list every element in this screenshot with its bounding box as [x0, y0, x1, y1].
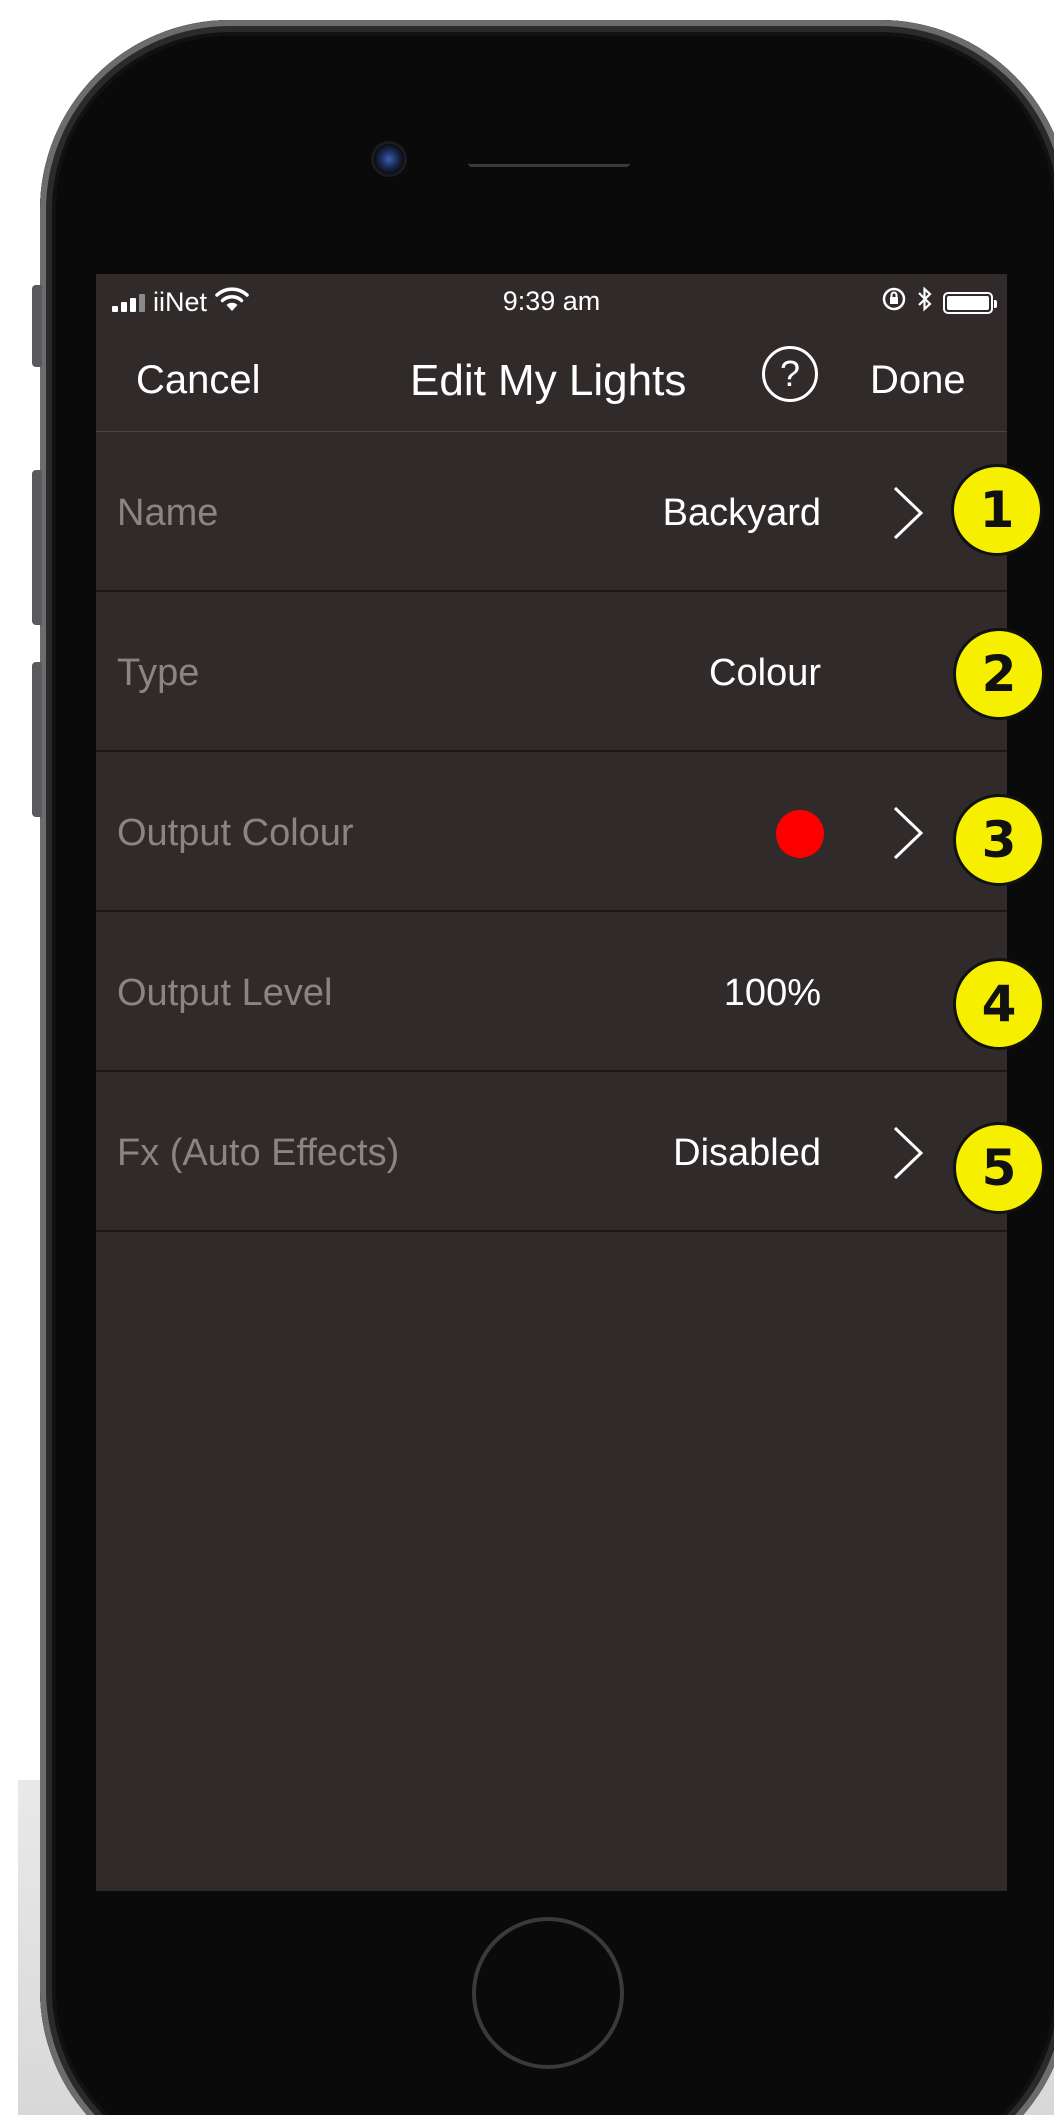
colour-swatch — [776, 810, 824, 858]
callout-badge-2: 2 — [953, 628, 1045, 720]
home-button[interactable] — [472, 1917, 624, 2069]
row-name[interactable]: Name Backyard — [96, 432, 1007, 592]
callout-badge-1: 1 — [951, 464, 1043, 556]
row-value: Colour — [709, 652, 821, 694]
done-button[interactable]: Done — [870, 358, 966, 403]
row-type: Type Colour — [96, 592, 1007, 752]
battery-icon — [943, 291, 997, 314]
page-title: Edit My Lights — [410, 356, 687, 405]
row-value: Disabled — [673, 1132, 821, 1174]
app-screen: iiNet 9:39 am Cancel Edit My Lights ? Do… — [96, 274, 1007, 1891]
row-label: Output Colour — [117, 812, 354, 854]
volume-up-button — [32, 470, 42, 625]
status-bar: iiNet 9:39 am — [96, 274, 1007, 328]
navigation-bar: Cancel Edit My Lights ? Done — [96, 328, 1007, 432]
volume-down-button — [32, 662, 42, 817]
chevron-right-icon — [891, 484, 925, 542]
help-icon[interactable]: ? — [762, 346, 818, 402]
mute-switch — [32, 285, 42, 367]
front-camera — [374, 144, 404, 174]
row-output-level: Output Level 100% — [96, 912, 1007, 1072]
screenshot-stage: iiNet 9:39 am Cancel Edit My Lights ? Do… — [0, 0, 1054, 2115]
row-label: Fx (Auto Effects) — [117, 1132, 400, 1174]
callout-badge-4: 4 — [953, 958, 1045, 1050]
row-label: Name — [117, 492, 219, 534]
row-value: Backyard — [662, 492, 821, 534]
bluetooth-icon — [917, 286, 933, 319]
cancel-button[interactable]: Cancel — [136, 358, 261, 403]
orientation-lock-icon — [881, 286, 907, 319]
row-output-colour[interactable]: Output Colour — [96, 752, 1007, 912]
callout-badge-5: 5 — [953, 1122, 1045, 1214]
row-fx-auto-effects[interactable]: Fx (Auto Effects) Disabled — [96, 1072, 1007, 1232]
callout-badge-3: 3 — [953, 794, 1045, 886]
chevron-right-icon — [891, 1124, 925, 1182]
status-right — [881, 286, 997, 319]
status-time: 9:39 am — [502, 286, 601, 316]
chevron-right-icon — [891, 804, 925, 862]
earpiece-speaker — [468, 158, 630, 167]
row-value: 100% — [723, 972, 821, 1014]
row-label: Output Level — [117, 972, 333, 1014]
row-label: Type — [117, 652, 200, 694]
